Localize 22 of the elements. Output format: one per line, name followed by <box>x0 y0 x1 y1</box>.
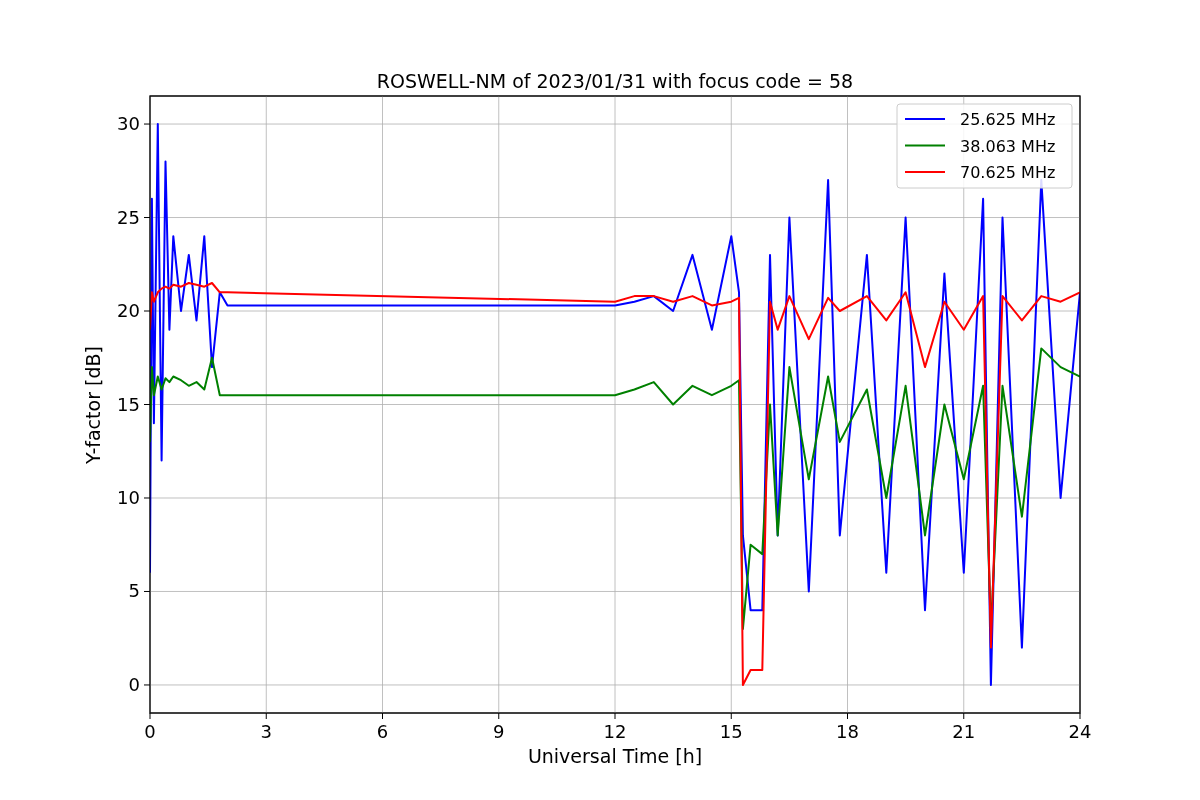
y-tick-label: 15 <box>117 393 140 415</box>
y-axis-label: Y-factor [dB] <box>82 346 104 464</box>
x-tick-label: 18 <box>836 721 859 742</box>
x-tick-label: 21 <box>952 721 976 742</box>
legend-label: 25.625 MHz <box>960 110 1056 129</box>
x-tick-label: 12 <box>603 721 627 742</box>
x-tick-label: 6 <box>376 721 389 742</box>
chart-title: ROSWELL-NM of 2023/01/31 with focus code = 58 <box>376 70 854 92</box>
y-tick-label: 5 <box>128 580 140 602</box>
legend-label: 70.625 MHz <box>960 163 1056 182</box>
y-tick-label: 30 <box>117 113 140 135</box>
x-axis-label: Universal Time [h] <box>527 745 703 767</box>
x-tick-label: 9 <box>493 721 505 742</box>
y-tick-label: 20 <box>117 300 140 321</box>
x-tick-label: 3 <box>260 721 272 742</box>
y-tick-label: 10 <box>117 487 140 508</box>
x-tick-label: 24 <box>1068 721 1092 742</box>
x-tick-label: 15 <box>719 721 743 742</box>
y-tick-label: 25 <box>117 206 140 228</box>
y-tick-label: 0 <box>128 673 140 695</box>
legend-label: 38.063 MHz <box>960 136 1056 156</box>
x-tick-label: 0 <box>144 721 156 742</box>
